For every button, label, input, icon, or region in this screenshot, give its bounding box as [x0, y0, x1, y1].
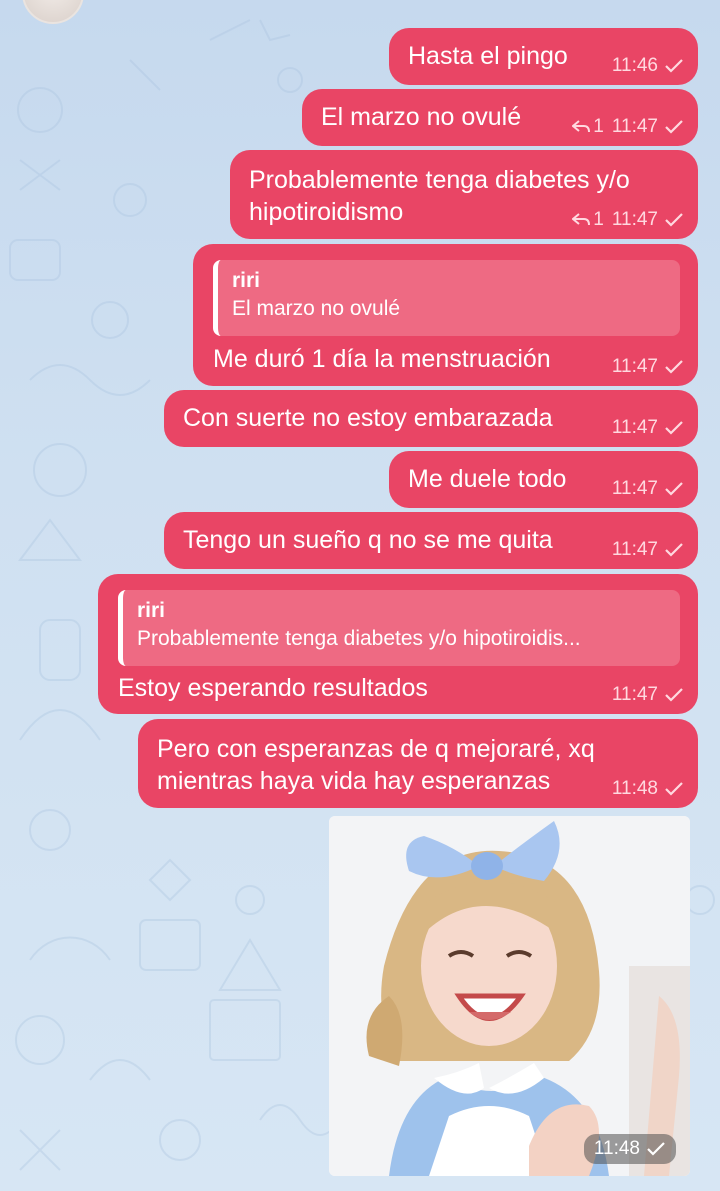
message-text: Estoy esperando resultados: [118, 674, 428, 702]
reply-count-value: 1: [593, 209, 604, 230]
check-icon: [665, 213, 683, 227]
message-text: Hasta el pingo: [408, 42, 568, 70]
message-meta: 11:47: [612, 539, 684, 561]
message-time: 11:47: [611, 417, 658, 438]
message-text: Me duró 1 día la menstruación: [213, 345, 551, 373]
check-icon: [647, 1142, 665, 1156]
message-meta: 1 11:47: [572, 116, 684, 138]
message-time: 11:47: [611, 356, 658, 377]
message-text-line-1: Pero con esperanzas de q mejoraré, xq: [157, 735, 595, 763]
reply-count[interactable]: 1: [572, 116, 604, 138]
message-bubble[interactable]: El marzo no ovulé 1 11:47: [302, 89, 698, 146]
message-meta: 11:46: [612, 55, 684, 77]
quote-text: Probablemente tenga diabetes y/o hipotir…: [137, 627, 581, 650]
message-bubble[interactable]: riri Probablemente tenga diabetes y/o hi…: [98, 574, 698, 714]
check-icon: [665, 421, 683, 435]
message-bubble[interactable]: Hasta el pingo 11:46: [389, 28, 698, 85]
message-bubble[interactable]: Con suerte no estoy embarazada 11:47: [164, 390, 698, 447]
message-bubble[interactable]: riri El marzo no ovulé Me duró 1 día la …: [193, 244, 698, 386]
photo-time: 11:48: [593, 1138, 640, 1159]
photo-message[interactable]: 11:48: [329, 816, 690, 1176]
reply-arrow-icon: [572, 213, 591, 226]
quote-text: El marzo no ovulé: [232, 297, 401, 320]
message-bubble[interactable]: Tengo un sueño q no se me quita 11:47: [164, 512, 698, 569]
reply-count[interactable]: 1: [572, 209, 604, 231]
message-text-line-2: mientras haya vida hay esperanzas: [157, 767, 551, 795]
message-time: 11:47: [611, 116, 658, 137]
message-time: 11:47: [611, 539, 658, 560]
check-icon: [665, 543, 683, 557]
message-bubble[interactable]: Pero con esperanzas de q mejoraré, xq mi…: [138, 719, 698, 808]
reply-quote[interactable]: riri El marzo no ovulé: [213, 260, 680, 336]
message-time: 11:47: [611, 209, 658, 230]
message-text-line-1: Probablemente tenga diabetes y/o: [249, 166, 630, 194]
message-meta: 11:48: [612, 778, 684, 800]
reply-arrow-icon: [572, 120, 591, 133]
reply-count-value: 1: [593, 116, 604, 137]
message-time: 11:48: [611, 778, 658, 799]
message-bubble[interactable]: Probablemente tenga diabetes y/o hipotir…: [230, 150, 698, 239]
quote-author: riri: [137, 599, 166, 622]
message-meta: 11:47: [612, 356, 684, 378]
message-text-line-2: hipotiroidismo: [249, 198, 404, 226]
message-meta: 1 11:47: [572, 209, 684, 231]
message-time: 11:47: [611, 478, 658, 499]
message-meta: 11:47: [612, 684, 684, 706]
message-bubble[interactable]: Me duele todo 11:47: [389, 451, 698, 508]
message-text: Tengo un sueño q no se me quita: [183, 526, 553, 554]
check-icon: [665, 120, 683, 134]
photo-meta: 11:48: [583, 1134, 676, 1164]
check-icon: [665, 688, 683, 702]
quote-author: riri: [232, 269, 261, 292]
reply-quote[interactable]: riri Probablemente tenga diabetes y/o hi…: [118, 590, 680, 666]
check-icon: [665, 360, 683, 374]
photo-image: [329, 816, 690, 1176]
message-meta: 11:47: [612, 417, 684, 439]
check-icon: [665, 482, 683, 496]
message-text: Me duele todo: [408, 465, 567, 493]
message-time: 11:46: [611, 55, 658, 76]
check-icon: [665, 59, 683, 73]
check-icon: [665, 782, 683, 796]
message-text: Con suerte no estoy embarazada: [183, 404, 553, 432]
message-time: 11:47: [611, 684, 658, 705]
message-meta: 11:47: [612, 478, 684, 500]
message-text: El marzo no ovulé: [321, 103, 522, 131]
